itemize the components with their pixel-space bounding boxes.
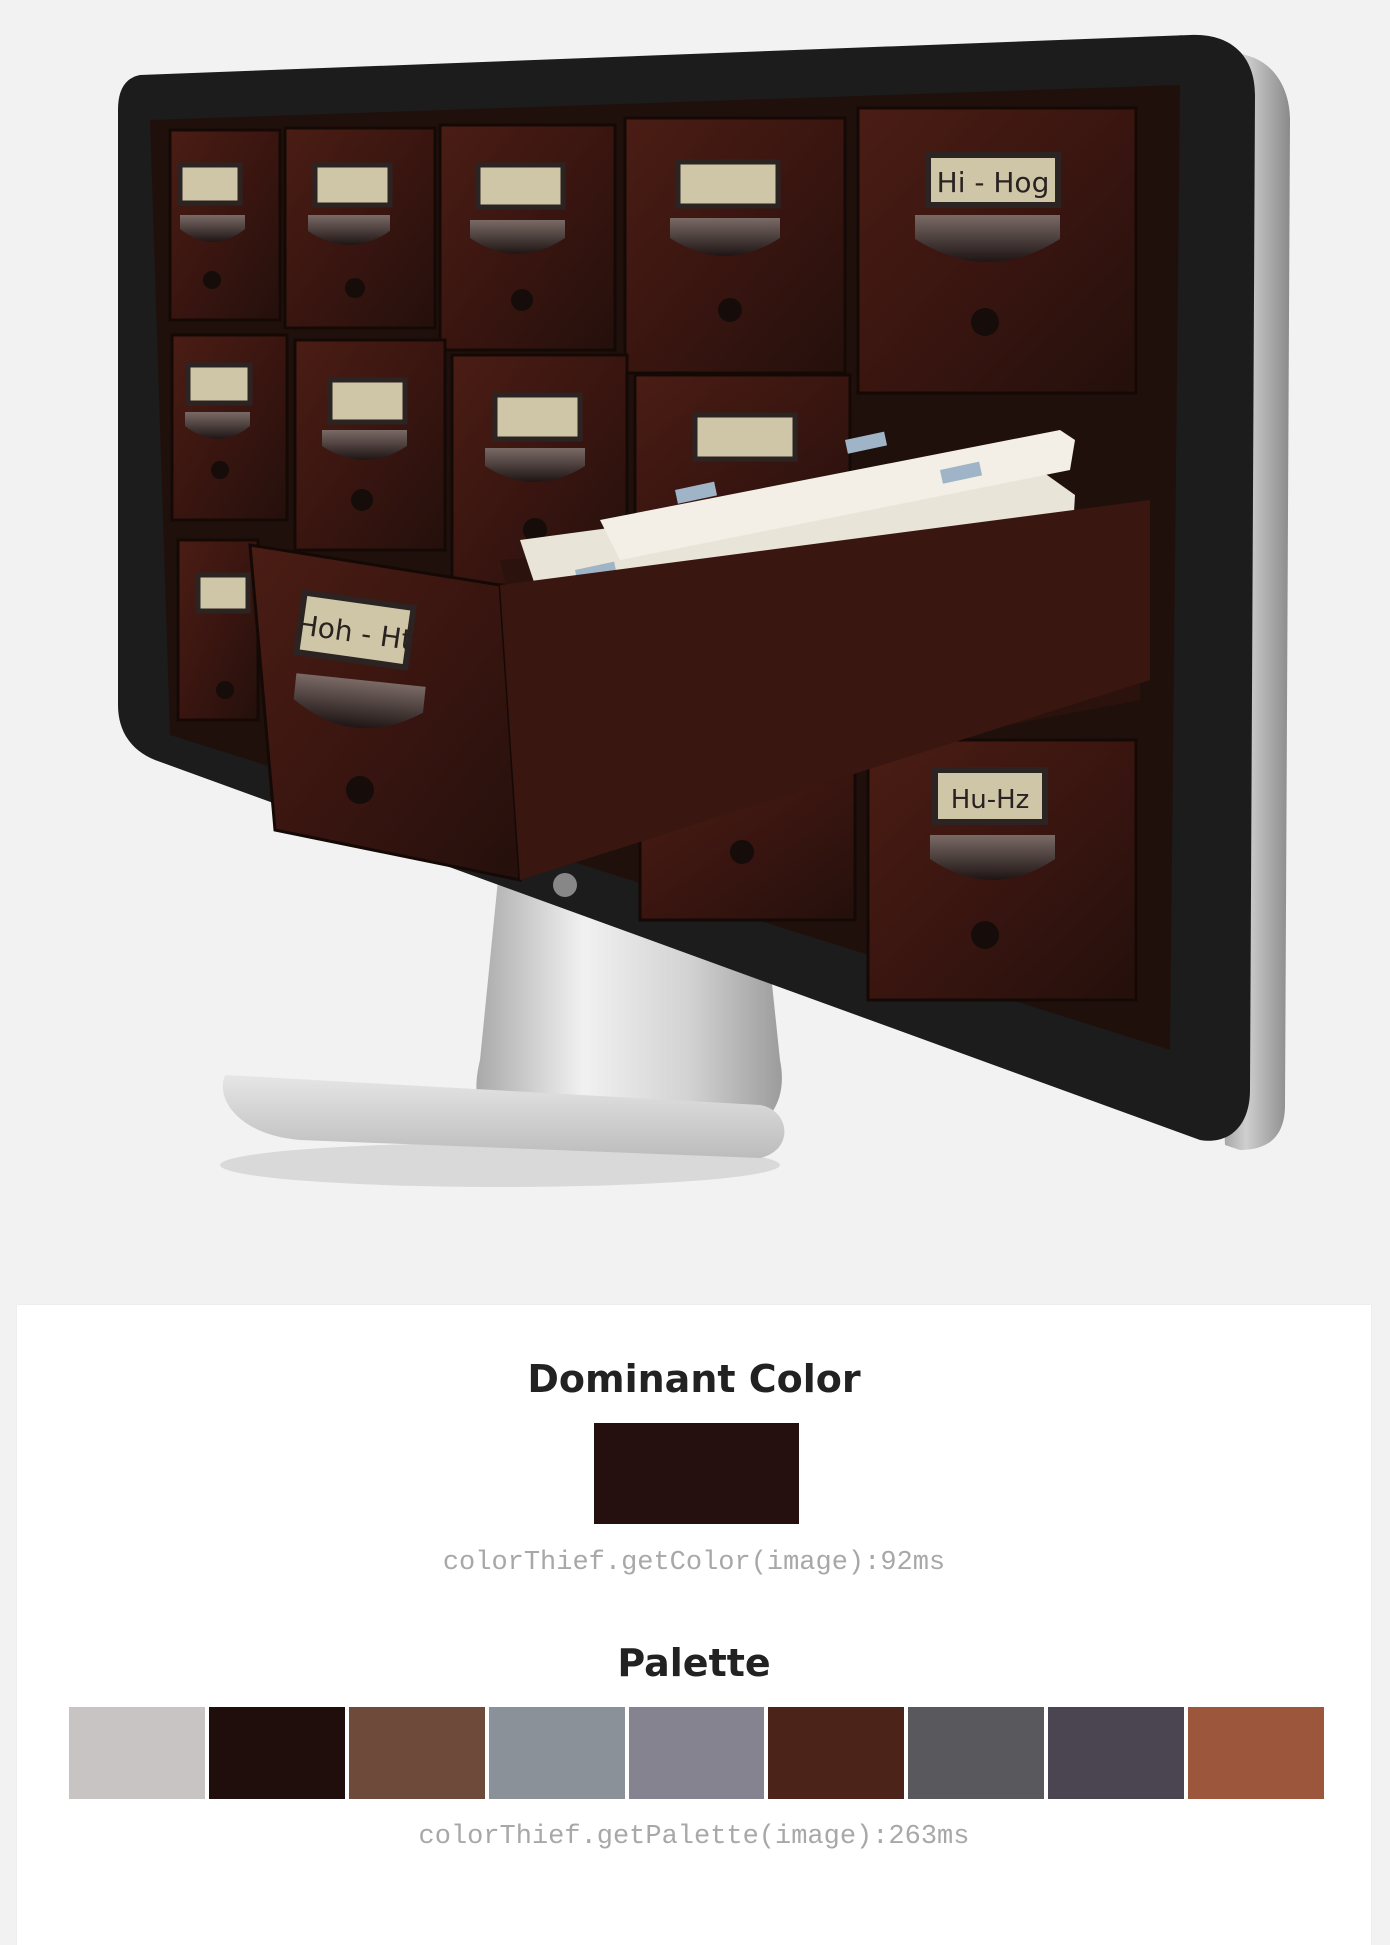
palette-swatches (69, 1707, 1325, 1799)
get-color-code: colorThief.getColor(image):92ms (442, 1548, 946, 1578)
results-panel: Dominant Color colorThief.getColor(image… (17, 1305, 1371, 1945)
palette-swatch-8 (1048, 1707, 1185, 1799)
source-image: Hi - Hog Hu-Hz Hoh - Ht (0, 0, 1390, 1305)
get-palette-code: colorThief.getPalette(image):263ms (418, 1822, 970, 1852)
palette-swatch-4 (488, 1707, 625, 1799)
palette-swatch-3 (348, 1707, 485, 1799)
palette-swatch-1 (69, 1707, 205, 1799)
palette-swatch-5 (628, 1707, 765, 1799)
palette-title: Palette (617, 1641, 771, 1685)
dominant-color-swatch (594, 1423, 799, 1524)
palette-swatch-9 (1188, 1707, 1325, 1799)
dominant-color-title: Dominant Color (527, 1357, 861, 1401)
drawer-label-hu-hz: Hu-Hz (951, 785, 1030, 815)
palette-swatch-7 (908, 1707, 1045, 1799)
palette-swatch-2 (208, 1707, 345, 1799)
drawer-label-hi-hog: Hi - Hog (937, 166, 1050, 199)
monitor-card-catalog-image: Hi - Hog Hu-Hz Hoh - Ht (118, 34, 1290, 1187)
palette-swatch-6 (768, 1707, 905, 1799)
